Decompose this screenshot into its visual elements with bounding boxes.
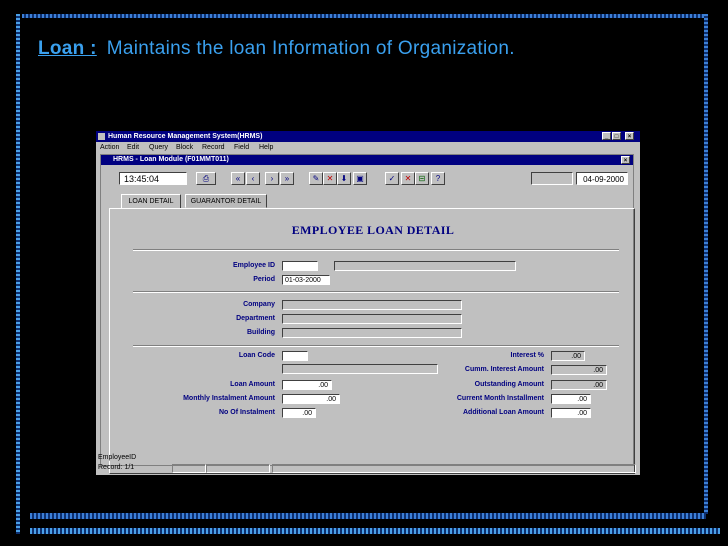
- interest-label: Interest %: [510, 352, 544, 359]
- menu-query[interactable]: Query: [149, 143, 168, 153]
- status-panel: [272, 464, 636, 473]
- outstanding-label: Outstanding Amount: [474, 381, 544, 388]
- form-heading: EMPLOYEE LOAN DETAIL: [291, 223, 455, 237]
- building-field: [282, 328, 462, 338]
- prev-record-icon[interactable]: ‹: [246, 172, 260, 185]
- slide-border-top: [22, 14, 706, 18]
- current-month-label: Current Month Installment: [456, 395, 544, 402]
- period-label: Period: [253, 276, 275, 283]
- status-panel: [206, 464, 270, 473]
- loan-amount-label: Loan Amount: [230, 381, 275, 388]
- slide-border-bottom-lower: [30, 528, 720, 534]
- no-of-instalment-label: No Of Instalment: [218, 409, 275, 416]
- slide-border-right: [704, 14, 708, 514]
- divider: [133, 291, 619, 293]
- divider: [133, 249, 619, 251]
- current-month-input[interactable]: .00: [551, 394, 591, 404]
- menu-block[interactable]: Block: [176, 143, 193, 153]
- slide-border-bottom: [30, 513, 706, 519]
- cumm-interest-field: .00: [551, 365, 607, 375]
- additional-loan-label: Additional Loan Amount: [462, 409, 544, 416]
- slide-subtitle: Maintains the loan Information of Organi…: [106, 38, 515, 59]
- loan-form-window: HRMS - Loan Module (F01MMT011) × 13:45:0…: [100, 154, 635, 474]
- print-icon[interactable]: ⎙: [196, 172, 216, 185]
- loan-description-field: [282, 364, 438, 374]
- toolbar: 13:45:04 ⎙ « ‹ › » ✎ ✕ ⬇ ▣ ✓ ✕ ⊟ ? 04-09…: [103, 167, 629, 185]
- date-display: 04-09-2000: [576, 172, 628, 185]
- company-label: Company: [243, 301, 275, 308]
- minimize-button[interactable]: _: [602, 132, 611, 140]
- loan-detail-panel: EMPLOYEE LOAN DETAIL Employee ID Period …: [109, 208, 635, 474]
- employee-name-field: [334, 261, 516, 271]
- maximize-button[interactable]: □: [612, 132, 621, 140]
- menu-action[interactable]: Action: [100, 143, 119, 153]
- divider: [133, 345, 619, 347]
- slide-border-left: [16, 14, 20, 534]
- clock-display: 13:45:04: [119, 172, 187, 185]
- interest-field: .00: [551, 351, 585, 361]
- additional-loan-input[interactable]: .00: [551, 408, 591, 418]
- hrms-window: Human Resource Management System(HRMS) _…: [96, 131, 640, 475]
- status-panel: [172, 464, 206, 473]
- form-close-button[interactable]: ×: [621, 156, 630, 164]
- status-field: EmployeeID: [98, 454, 137, 461]
- outstanding-field: .00: [551, 380, 607, 390]
- company-field: [282, 300, 462, 310]
- form-title: HRMS - Loan Module (F01MMT011): [113, 156, 229, 163]
- record-count: Record: 1/1: [98, 464, 135, 471]
- slide-title: Loan : Maintains the loan Information of …: [38, 38, 515, 60]
- monthly-instalment-label: Monthly Instalment Amount: [183, 395, 275, 402]
- exit-door-icon[interactable]: ⊟: [415, 172, 429, 185]
- delete-icon[interactable]: ✕: [323, 172, 337, 185]
- employee-id-input[interactable]: [282, 261, 318, 271]
- building-label: Building: [247, 329, 275, 336]
- tab-loan-detail[interactable]: LOAN DETAIL: [121, 194, 181, 208]
- menu-edit[interactable]: Edit: [127, 143, 139, 153]
- loan-amount-input[interactable]: .00: [282, 380, 332, 390]
- loan-code-input[interactable]: [282, 351, 308, 361]
- no-of-instalment-input[interactable]: .00: [282, 408, 316, 418]
- status-bar: EmployeeID Record: 1/1: [96, 453, 640, 475]
- period-input[interactable]: 01-03-2000: [282, 275, 330, 285]
- menu-field[interactable]: Field: [234, 143, 249, 153]
- next-record-icon[interactable]: ›: [265, 172, 279, 185]
- monthly-instalment-input[interactable]: .00: [282, 394, 340, 404]
- window-title: Human Resource Management System(HRMS): [108, 133, 263, 140]
- help-icon[interactable]: ?: [431, 172, 445, 185]
- save-icon[interactable]: ▣: [353, 172, 367, 185]
- cancel-icon[interactable]: ✕: [401, 172, 415, 185]
- slide-keyword: Loan :: [38, 38, 97, 59]
- status-box: [531, 172, 573, 185]
- tick-icon[interactable]: ✓: [385, 172, 399, 185]
- title-bar: Human Resource Management System(HRMS) _…: [96, 131, 640, 142]
- app-icon: [98, 133, 105, 140]
- department-field: [282, 314, 462, 324]
- close-button[interactable]: ×: [625, 132, 634, 140]
- loan-code-label: Loan Code: [238, 352, 275, 359]
- form-title-bar: HRMS - Loan Module (F01MMT011) ×: [101, 155, 633, 165]
- first-record-icon[interactable]: «: [231, 172, 245, 185]
- cumm-interest-label: Cumm. Interest Amount: [464, 366, 544, 373]
- menu-help[interactable]: Help: [259, 143, 273, 153]
- menu-bar: Action Edit Query Block Record Field Hel…: [96, 143, 640, 153]
- download-icon[interactable]: ⬇: [337, 172, 351, 185]
- menu-record[interactable]: Record: [202, 143, 225, 153]
- tab-guarantor-detail[interactable]: GUARANTOR DETAIL: [185, 194, 267, 208]
- insert-icon[interactable]: ✎: [309, 172, 323, 185]
- last-record-icon[interactable]: »: [280, 172, 294, 185]
- department-label: Department: [236, 315, 275, 322]
- employee-id-label: Employee ID: [232, 262, 275, 269]
